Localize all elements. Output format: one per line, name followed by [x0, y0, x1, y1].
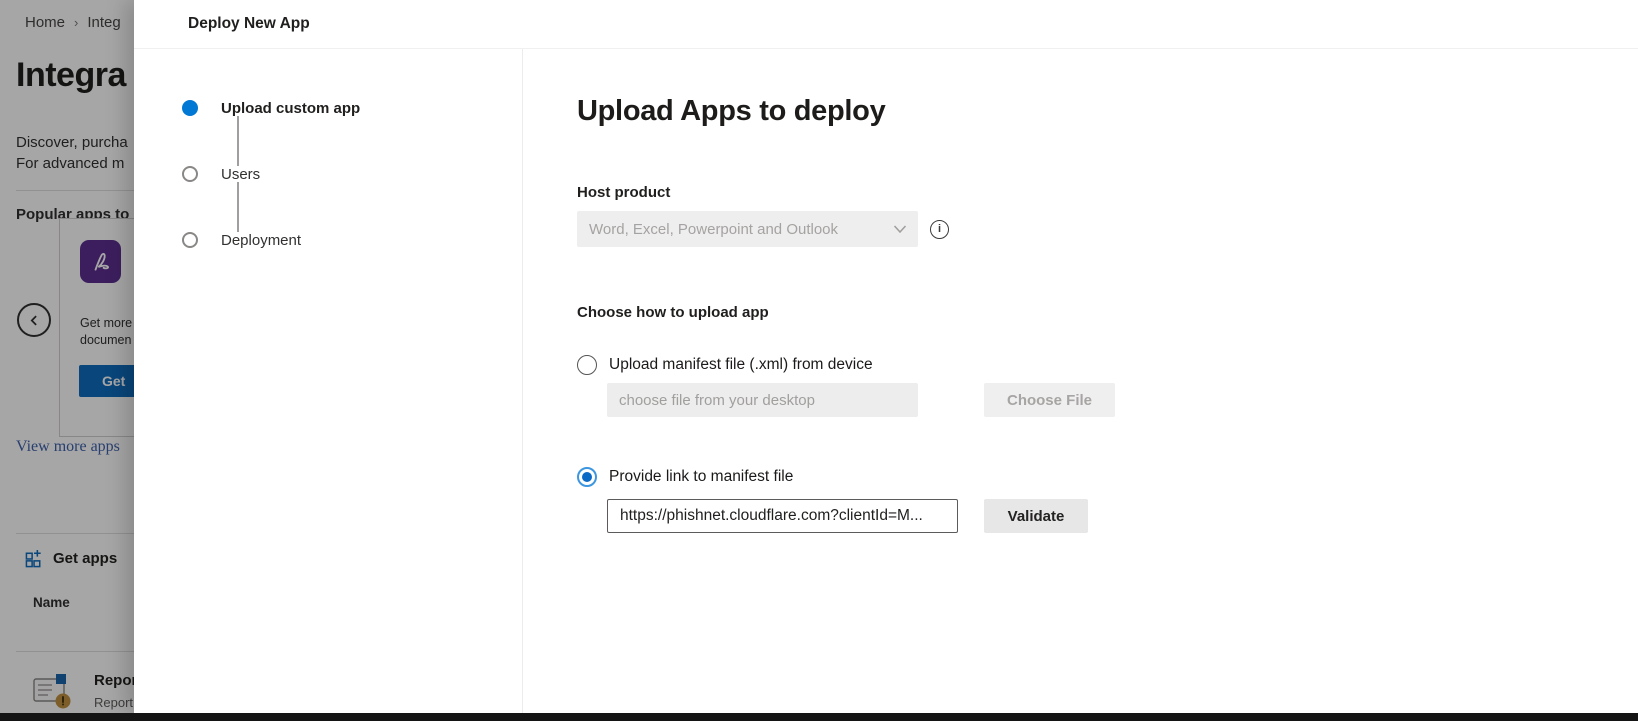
step-active-dot-icon: [182, 100, 198, 116]
panel-header: Deploy New App: [134, 0, 1638, 49]
stepper-step-upload-custom-app[interactable]: Upload custom app: [182, 100, 522, 116]
window-bottom-bar: [0, 713, 1638, 721]
provide-link-option: Provide link to manifest file Validate: [577, 467, 1638, 533]
stepper-step-deployment[interactable]: Deployment: [182, 232, 522, 248]
step-label: Deployment: [221, 232, 301, 249]
panel-content: Upload Apps to deploy Host product Word,…: [523, 49, 1638, 713]
chevron-down-icon: [893, 224, 907, 234]
host-product-label: Host product: [577, 184, 1638, 201]
screen: Home › Integ Integra Discover, purcha Fo…: [0, 0, 1638, 721]
host-product-value: Word, Excel, Powerpoint and Outlook: [589, 221, 838, 238]
step-circle-icon: [182, 166, 198, 182]
deploy-new-app-panel: Deploy New App Upload custom app Users D…: [134, 0, 1638, 713]
radio-label[interactable]: Provide link to manifest file: [609, 468, 793, 486]
stepper-step-users[interactable]: Users: [182, 166, 522, 182]
info-icon[interactable]: i: [930, 220, 949, 239]
step-circle-icon: [182, 232, 198, 248]
upload-manifest-option: Upload manifest file (.xml) from device …: [577, 355, 1638, 417]
validate-button[interactable]: Validate: [984, 499, 1088, 533]
manifest-file-input[interactable]: [607, 383, 918, 417]
step-label: Upload custom app: [221, 100, 360, 117]
choose-file-button[interactable]: Choose File: [984, 383, 1115, 417]
radio-label[interactable]: Upload manifest file (.xml) from device: [609, 356, 873, 374]
manifest-url-input[interactable]: [607, 499, 958, 533]
upload-method-label: Choose how to upload app: [577, 304, 1638, 321]
wizard-stepper: Upload custom app Users Deployment: [134, 49, 523, 713]
panel-title: Deploy New App: [188, 15, 310, 33]
modal-scrim[interactable]: [0, 0, 134, 713]
step-connector: [237, 116, 239, 166]
host-product-dropdown[interactable]: Word, Excel, Powerpoint and Outlook: [577, 211, 918, 247]
radio-provide-link[interactable]: [577, 467, 597, 487]
step-label: Users: [221, 166, 260, 183]
step-connector: [237, 182, 239, 232]
radio-upload-manifest-file[interactable]: [577, 355, 597, 375]
content-title: Upload Apps to deploy: [577, 95, 1638, 128]
